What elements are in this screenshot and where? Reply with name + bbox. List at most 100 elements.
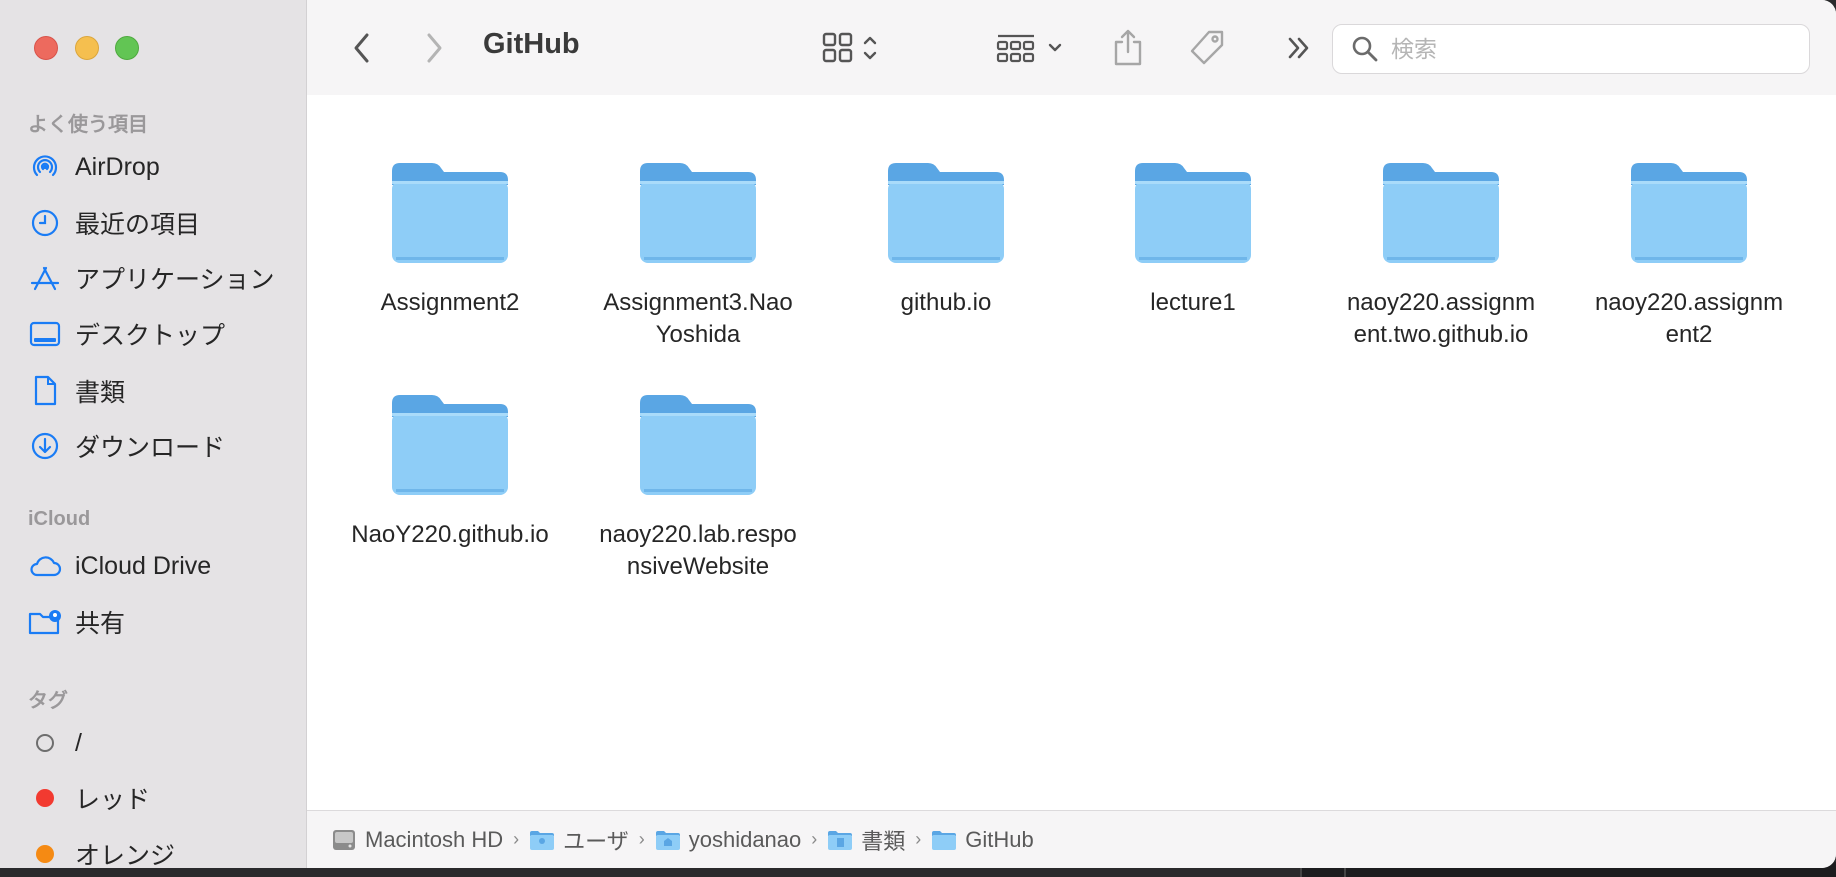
sidebar-section-tags: タグ [28,690,68,712]
path-label: 書類 [861,828,906,854]
minimize-window-button[interactable] [75,36,99,60]
applications-icon [28,261,62,295]
chevron-left-icon [354,33,369,63]
sidebar-item-label: レッド [75,786,151,814]
path-label: ユーザ [563,828,629,854]
zoom-window-button[interactable] [115,36,139,60]
sidebar-item-label: / [75,728,82,757]
folder-item[interactable]: Assignment2 [345,159,555,319]
sidebar-section-icloud: iCloud [28,508,91,530]
cloud-icon [28,549,62,583]
folder-item[interactable]: NaoY220.github.io [345,391,555,551]
path-separator-icon: › [513,829,520,849]
documents-folder-icon [827,829,853,851]
sidebar-item-recents[interactable]: 最近の項目 [28,203,298,243]
folder-name: naoy220.assignment.two.github.io [1346,289,1536,348]
folder-item[interactable]: github.io [841,159,1051,319]
sidebar-item-downloads[interactable]: ダウンロード [28,426,298,466]
search-field[interactable] [1332,24,1810,74]
sidebar-item-label: オレンジ [75,842,176,868]
folder-name: lecture1 [1150,289,1236,316]
sidebar-item-label: 書類 [75,379,126,407]
folder-icon [640,395,756,495]
file-browser-content: Assignment2 Assignment3.NaoYoshida githu… [307,95,1836,811]
sidebar-tag-red[interactable]: レッド [28,778,298,818]
share-button[interactable] [1108,26,1148,70]
chevron-right-icon [427,33,442,63]
sidebar-item-desktop[interactable]: デスクトップ [28,314,298,354]
group-button[interactable] [996,26,1068,70]
sidebar-item-label: iCloud Drive [75,551,212,580]
sidebar-section-favorites: よく使う項目 [28,114,148,136]
sidebar-item-label: AirDrop [75,152,160,181]
home-folder-icon [655,829,681,851]
forward-button[interactable] [418,26,450,70]
folder-icon [1135,163,1251,263]
path-item-macintosh-hd[interactable]: Macintosh HD [331,827,503,853]
path-bar: Macintosh HD › ユーザ › yoshidanao › 書類 › G… [307,810,1836,868]
folder-icon [1383,163,1499,263]
folder-item[interactable]: naoy220.assignment.two.github.io [1336,159,1546,351]
path-item-users[interactable]: ユーザ [529,824,629,856]
folder-item[interactable]: naoy220.assignment2 [1584,159,1794,351]
path-separator-icon: › [638,829,645,849]
shared-folder-icon [28,605,62,639]
finder-window: よく使う項目 AirDrop 最近の項目 アプリケーション デスクトップ 書類 … [0,0,1836,868]
path-item-home[interactable]: yoshidanao [655,826,802,853]
folder-item[interactable]: lecture1 [1088,159,1298,319]
sidebar: よく使う項目 AirDrop 最近の項目 アプリケーション デスクトップ 書類 … [0,0,307,868]
airdrop-icon [28,150,62,184]
path-separator-icon: › [915,829,922,849]
folder-item[interactable]: naoy220.lab.responsiveWebsite [593,391,803,583]
hard-drive-icon [331,827,357,853]
search-input[interactable] [1389,34,1773,64]
folder-icon [931,829,957,851]
view-mode-button[interactable] [820,26,890,70]
sidebar-item-label: デスクトップ [75,322,226,350]
sidebar-tag-slash[interactable]: / [28,723,298,763]
double-chevron-right-icon [1288,37,1309,59]
tag-button[interactable] [1185,26,1229,70]
folder-name: NaoY220.github.io [351,521,549,548]
search-icon [1351,35,1379,63]
folder-name: Assignment2 [380,289,520,316]
sidebar-item-label: ダウンロード [75,434,226,462]
folder-name: naoy220.lab.responsiveWebsite [599,521,797,580]
close-window-button[interactable] [34,36,58,60]
document-icon [28,374,62,408]
clock-icon [28,206,62,240]
path-item-documents[interactable]: 書類 [827,824,905,856]
folder-item[interactable]: Assignment3.NaoYoshida [593,159,803,351]
back-button[interactable] [346,26,378,70]
users-folder-icon [529,829,555,851]
tag-icon [1190,30,1224,65]
folder-icon [888,163,1004,263]
red-tag-icon [28,781,62,815]
folder-icon [640,163,756,263]
more-toolbar-button[interactable] [1282,26,1316,70]
sidebar-item-applications[interactable]: アプリケーション [28,258,298,298]
folder-icon [1631,163,1747,263]
window-title: GitHub [483,28,580,60]
folder-icon [392,395,508,495]
orange-tag-icon [28,837,62,868]
sidebar-item-documents[interactable]: 書類 [28,371,298,411]
group-grid-icon [996,34,1062,63]
path-label: Macintosh HD [365,826,504,852]
path-label: yoshidanao [688,826,802,852]
folder-icon [392,163,508,263]
sidebar-item-icloud-drive[interactable]: iCloud Drive [28,546,298,586]
sidebar-item-label: 共有 [75,610,126,638]
folder-name: github.io [900,289,992,316]
path-separator-icon: › [811,829,818,849]
sidebar-tag-orange[interactable]: オレンジ [28,834,298,868]
path-label: GitHub [965,826,1034,852]
sidebar-item-airdrop[interactable]: AirDrop [28,147,298,187]
folder-name: Assignment3.NaoYoshida [603,289,793,348]
download-icon [28,429,62,463]
folder-name: naoy220.assignment2 [1594,289,1784,348]
icon-view-grid-icon [822,32,877,63]
path-item-github[interactable]: GitHub [931,826,1034,853]
sidebar-item-label: アプリケーション [75,266,275,294]
sidebar-item-shared[interactable]: 共有 [28,602,298,642]
